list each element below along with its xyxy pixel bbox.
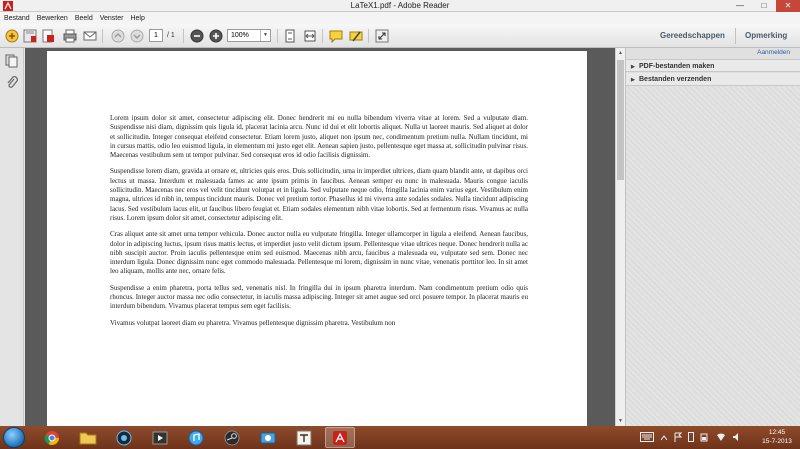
menu-beeld[interactable]: Beeld	[75, 15, 93, 22]
keyboard-icon[interactable]	[640, 429, 654, 447]
tab-tools[interactable]: Gereedschappen	[660, 24, 725, 48]
clock-date: 15-7-2013	[762, 438, 792, 445]
system-tray	[640, 427, 742, 448]
close-button[interactable]: ✕	[776, 0, 800, 12]
save-icon[interactable]	[22, 28, 38, 44]
paragraph: Cras aliquet ante sit amet urna tempor v…	[110, 230, 528, 276]
phone-icon[interactable]	[688, 429, 694, 447]
pdf-page: Lorem ipsum dolor sit amet, consectetur …	[47, 51, 587, 426]
panel-item-label: PDF-bestanden maken	[639, 63, 715, 70]
create-icon[interactable]	[4, 28, 20, 44]
media-player-icon[interactable]	[145, 427, 175, 448]
comment-icon[interactable]	[328, 28, 344, 44]
scroll-up-icon[interactable]: ▲	[616, 48, 625, 58]
paragraph: Suspendisse a enim pharetra, porta tellu…	[110, 283, 528, 311]
panel-item-send-files[interactable]: ▶ Bestanden verzenden	[626, 73, 800, 86]
print-icon[interactable]	[62, 28, 78, 44]
page-number-input[interactable]: 1	[149, 29, 163, 42]
zoom-out-icon[interactable]	[189, 28, 205, 44]
flag-icon[interactable]	[674, 429, 683, 447]
start-button[interactable]	[3, 427, 25, 448]
panel-item-create-pdf[interactable]: ▶ PDF-bestanden maken	[626, 59, 800, 72]
toolbar-separator	[368, 29, 369, 43]
vertical-scrollbar[interactable]: ▲ ▼	[615, 48, 625, 426]
taskbar-clock[interactable]: 12:45 15-7-2013	[757, 428, 797, 446]
tools-panel: Aanmelden ▶ PDF-bestanden maken ▶ Bestande…	[625, 48, 800, 426]
minimize-button[interactable]: —	[728, 0, 752, 12]
sign-in-link[interactable]: Aanmelden	[757, 49, 790, 56]
paragraph: Lorem ipsum dolor sit amet, consectetur …	[110, 114, 528, 160]
scroll-down-icon[interactable]: ▼	[616, 416, 625, 426]
fit-width-icon[interactable]	[302, 28, 318, 44]
toolbar-separator	[277, 29, 278, 43]
fit-page-icon[interactable]	[282, 28, 298, 44]
menu-bar: Bestand Bewerken Beeld Venster Help	[0, 12, 800, 24]
chrome-icon[interactable]	[37, 427, 67, 448]
menu-bestand[interactable]: Bestand	[4, 15, 30, 22]
highlight-icon[interactable]	[348, 28, 364, 44]
file-explorer-icon[interactable]	[73, 427, 103, 448]
chevron-up-icon[interactable]	[660, 429, 668, 447]
adobe-reader-icon[interactable]	[325, 427, 355, 448]
window-title: LaTeX1.pdf - Adobe Reader	[350, 1, 450, 10]
page-total: / 1	[167, 32, 175, 39]
zoom-select[interactable]: 100% ▼	[227, 29, 271, 42]
chevron-down-icon[interactable]: ▼	[260, 30, 270, 41]
open-icon[interactable]	[40, 28, 56, 44]
volume-icon[interactable]	[732, 429, 742, 447]
steam-icon[interactable]	[217, 427, 247, 448]
toolbar-separator	[322, 29, 323, 43]
texworks-icon[interactable]	[289, 427, 319, 448]
scroll-thumb[interactable]	[617, 60, 624, 180]
page-text: Lorem ipsum dolor sit amet, consectetur …	[110, 114, 528, 335]
clock-time: 12:45	[768, 429, 786, 436]
menu-venster[interactable]: Venster	[100, 15, 124, 22]
zoom-value: 100%	[231, 32, 249, 39]
itunes-icon[interactable]	[181, 427, 211, 448]
taskbar: 12:45 15-7-2013	[0, 426, 800, 449]
title-bar: LaTeX1.pdf - Adobe Reader — □ ✕	[0, 0, 800, 12]
page-up-icon[interactable]	[110, 28, 126, 44]
wifi-icon[interactable]	[716, 429, 726, 447]
zoom-in-icon[interactable]	[208, 28, 224, 44]
document-view[interactable]: Lorem ipsum dolor sit amet, consectetur …	[25, 48, 615, 426]
menu-bewerken[interactable]: Bewerken	[37, 15, 68, 22]
page-down-icon[interactable]	[129, 28, 145, 44]
tab-comment[interactable]: Opmerking	[745, 24, 787, 48]
maximize-button[interactable]: □	[752, 0, 776, 12]
toolbar-separator	[102, 29, 103, 43]
paragraph: Suspendisse lorem diam, gravida at ornar…	[110, 167, 528, 222]
paragraph: Vivamus volutpat laoreet diam eu pharetr…	[110, 318, 396, 327]
toolbar-separator	[183, 29, 184, 43]
page-thumbnails-icon[interactable]	[5, 54, 19, 68]
tab-divider	[735, 28, 736, 44]
email-icon[interactable]	[82, 28, 98, 44]
left-navigation-pane	[0, 48, 24, 426]
battery-icon[interactable]	[700, 429, 710, 447]
steam-like-icon[interactable]	[109, 427, 139, 448]
chevron-right-icon: ▶	[631, 77, 635, 83]
menu-help[interactable]: Help	[130, 15, 144, 22]
network-icon[interactable]	[253, 427, 283, 448]
attachment-icon[interactable]	[5, 76, 19, 90]
expand-icon[interactable]	[374, 28, 390, 44]
adobe-reader-window: LaTeX1.pdf - Adobe Reader — □ ✕ Bestand …	[0, 0, 800, 449]
panel-background	[626, 87, 800, 426]
panel-item-label: Bestanden verzenden	[639, 76, 712, 83]
